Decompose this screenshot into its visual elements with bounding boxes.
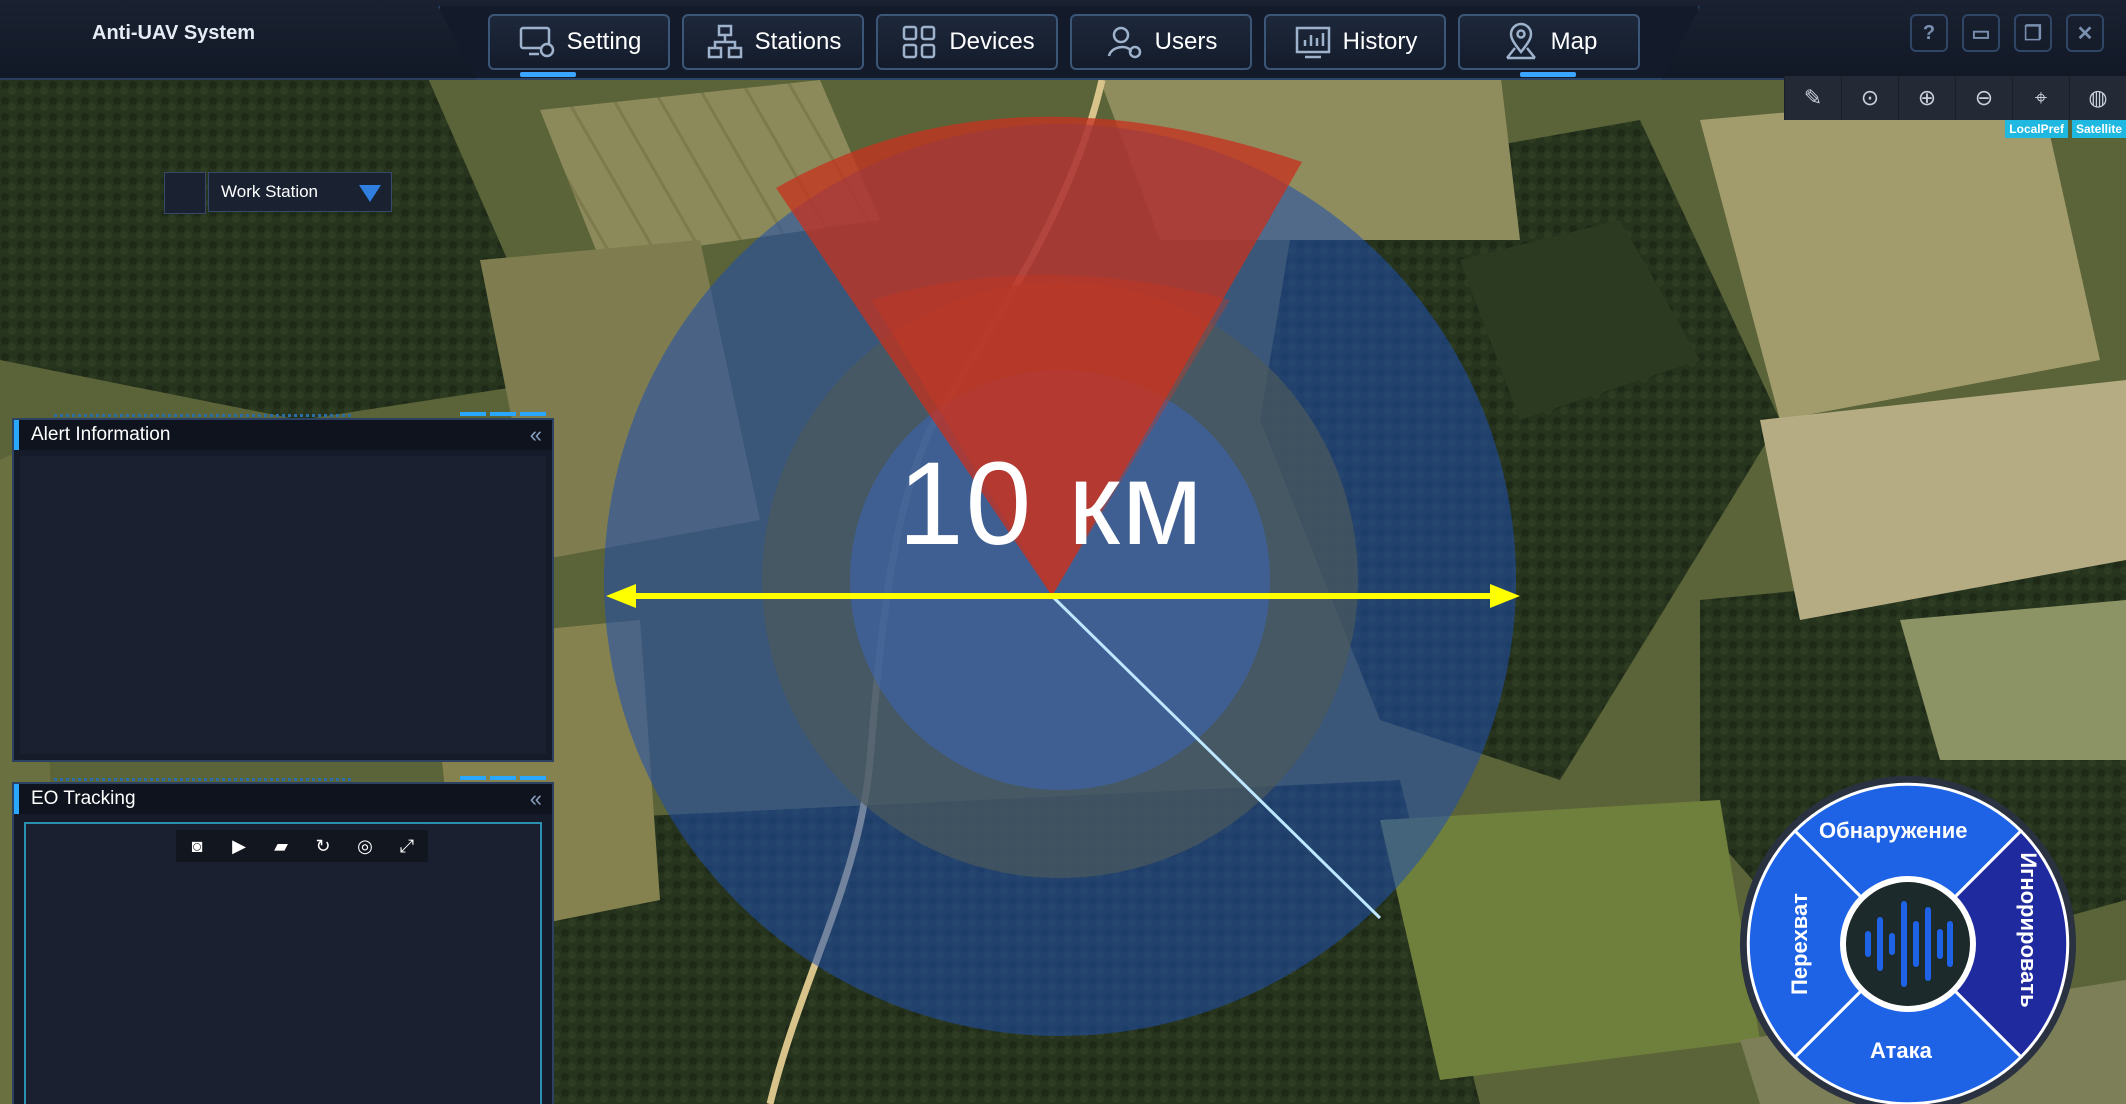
monitor-gear-icon [519, 26, 554, 58]
map-toolbar: ✎ ⊙ ⊕ ⊖ ⌖ ◍ [1784, 76, 2126, 120]
app-window: Anti-UAV System Setting Stations Devices… [0, 0, 2126, 1104]
nav-devices-button[interactable]: Devices [876, 14, 1058, 70]
panel-decoration-bars [460, 776, 546, 780]
nav-setting-button[interactable]: Setting [488, 14, 670, 70]
globe-icon[interactable]: ◍ [2069, 76, 2126, 120]
nav-map-label: Map [1550, 28, 1598, 55]
pin-icon[interactable]: ⌖ [2012, 76, 2069, 120]
work-station-select[interactable]: Work Station [208, 172, 392, 212]
pencil-icon[interactable]: ✎ [1784, 76, 1841, 120]
nav-accent-right [1520, 72, 1576, 77]
work-station-toggle[interactable] [164, 172, 206, 214]
main-nav: Setting Stations Devices Users History M… [488, 14, 1640, 70]
work-station-value: Work Station [221, 182, 319, 201]
intercept-label: Перехват [1787, 893, 1812, 995]
minimize-icon[interactable]: ▭ [1962, 14, 2000, 52]
nav-users-label: Users [1154, 28, 1218, 55]
zoom-out-icon[interactable]: ⊖ [1955, 76, 2012, 120]
collapse-icon[interactable]: « [530, 422, 542, 448]
grid-icon [903, 25, 936, 59]
zoom-in-icon[interactable]: ⊕ [1898, 76, 1955, 120]
alert-panel: Alert Information « [12, 412, 554, 762]
ignore-label: Игнорировать [2016, 852, 2041, 1008]
folder-icon[interactable]: ▰ [260, 830, 302, 862]
eo-video-view: ◙ ▶ ▰ ↻ ◎ ⤢ [24, 822, 542, 1104]
app-title: Anti-UAV System [92, 22, 255, 44]
detect-label: Обнаружение [1819, 818, 1968, 843]
nav-history-button[interactable]: History [1264, 14, 1446, 70]
panel-decoration [54, 414, 354, 417]
eo-panel-title: EO Tracking [31, 788, 136, 809]
satellite-layer-tag[interactable]: Satellite [2071, 120, 2126, 138]
user-gear-icon [1107, 26, 1141, 59]
eo-toolbar: ◙ ▶ ▰ ↻ ◎ ⤢ [176, 830, 428, 862]
collapse-icon[interactable]: « [530, 786, 542, 812]
panel-decoration-bars [460, 412, 546, 416]
refresh-icon[interactable]: ↻ [302, 830, 344, 862]
map-pin-icon [1505, 22, 1536, 60]
circle-target-icon[interactable]: ⊙ [1841, 76, 1898, 120]
close-icon[interactable]: ✕ [2066, 14, 2104, 52]
top-bar: Anti-UAV System Setting Stations Devices… [0, 0, 2126, 80]
panel-decoration [54, 778, 354, 781]
map-layer-tags: LocalPref Satellite [2005, 120, 2126, 138]
alert-panel-header: Alert Information « [14, 420, 552, 450]
window-controls: ? ▭ ❐ ✕ [1910, 14, 2104, 52]
alert-panel-title: Alert Information [31, 424, 171, 445]
video-icon[interactable]: ▶ [218, 830, 260, 862]
range-label: 10 км [898, 438, 1205, 570]
nav-map-button[interactable]: Map [1458, 14, 1640, 70]
attack-label: Атака [1870, 1038, 1932, 1063]
alert-list [20, 456, 546, 754]
help-icon[interactable]: ? [1910, 14, 1948, 52]
nav-accent-left [520, 72, 576, 77]
eo-tracking-panel: EO Tracking « ◙ ▶ ▰ ↻ ◎ ⤢ [12, 776, 554, 1104]
target-icon[interactable]: ◎ [344, 830, 386, 862]
nav-stations-label: Stations [754, 28, 842, 55]
fullscreen-icon[interactable]: ⤢ [386, 830, 428, 862]
nav-setting-label: Setting [566, 28, 642, 55]
nav-devices-label: Devices [949, 28, 1035, 55]
nav-history-label: History [1342, 28, 1418, 55]
eo-panel-header: EO Tracking « [14, 784, 552, 814]
local-layer-tag[interactable]: LocalPref [2005, 120, 2068, 138]
camera-icon[interactable]: ◙ [176, 830, 218, 862]
nav-stations-button[interactable]: Stations [682, 14, 864, 70]
nav-users-button[interactable]: Users [1070, 14, 1252, 70]
restore-icon[interactable]: ❐ [2014, 14, 2052, 52]
bar-chart-icon [1295, 26, 1330, 59]
network-icon [707, 24, 742, 59]
caret-down-icon [359, 185, 381, 202]
